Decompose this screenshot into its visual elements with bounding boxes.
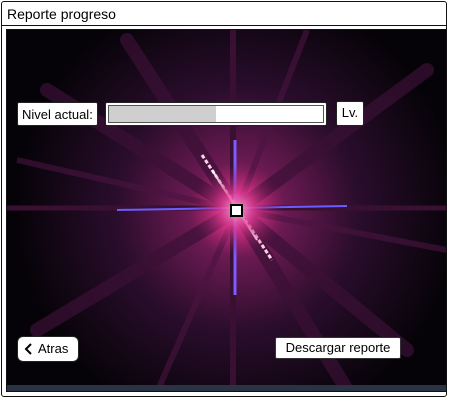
back-button-label: Atras xyxy=(38,341,69,356)
progress-track xyxy=(108,105,324,123)
bottom-strip xyxy=(7,385,446,391)
report-panel: Nivel actual: Lv. Atras Descargar report… xyxy=(6,29,447,392)
back-button[interactable]: Atras xyxy=(17,336,79,362)
progress-fill xyxy=(109,106,216,122)
current-level-label: Nivel actual: xyxy=(17,102,98,126)
level-progress-bar xyxy=(105,102,327,126)
title-bar: Reporte progreso xyxy=(2,2,446,26)
level-badge: Lv. xyxy=(336,101,364,126)
chevron-left-icon xyxy=(24,343,32,355)
download-report-button[interactable]: Descargar reporte xyxy=(275,337,401,359)
window-title: Reporte progreso xyxy=(7,6,116,22)
report-window: Reporte progreso Nivel actual: Lv. Atras… xyxy=(1,1,447,397)
